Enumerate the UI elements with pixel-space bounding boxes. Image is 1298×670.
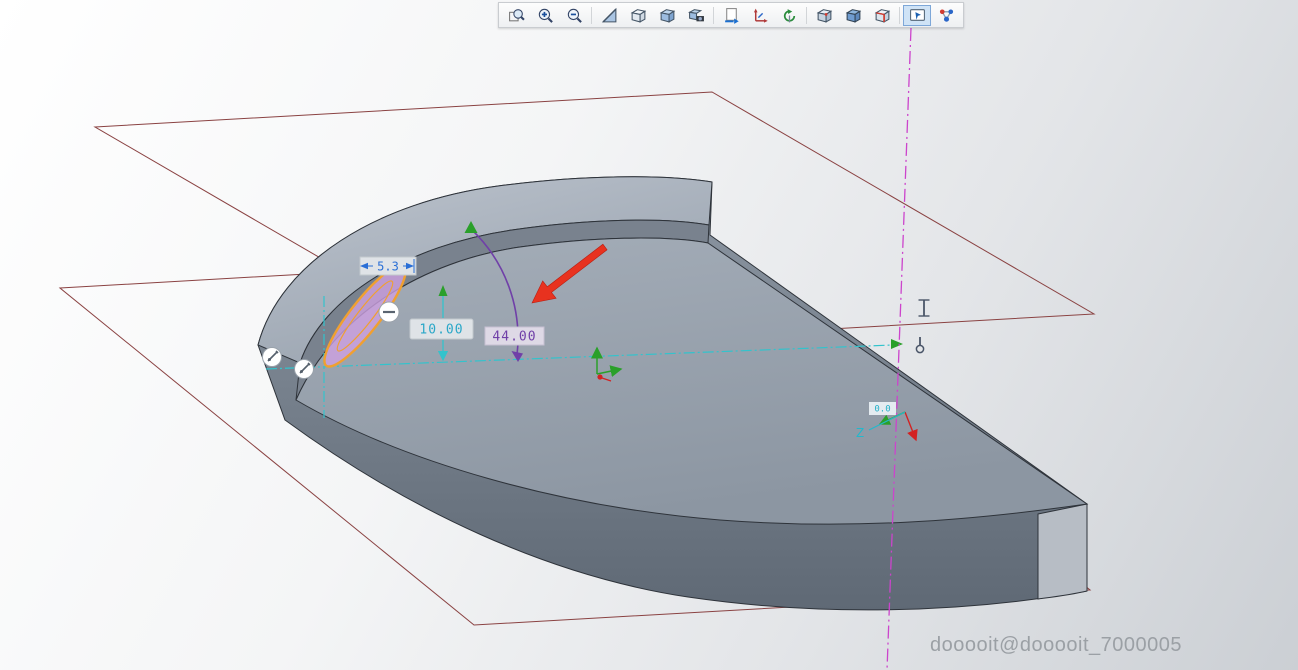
sheet-arrow-button[interactable] bbox=[717, 5, 745, 26]
wireframe-view-icon bbox=[630, 7, 647, 24]
i-beam-constraint-icon[interactable] bbox=[919, 300, 930, 316]
construction-end-arrow-icon bbox=[891, 339, 903, 349]
dim-width-value[interactable]: 5.3 bbox=[377, 260, 399, 274]
render-view-button[interactable] bbox=[682, 5, 710, 26]
pointer-view-button[interactable] bbox=[903, 5, 931, 26]
rotate-view-button[interactable] bbox=[775, 5, 803, 26]
3d-scene[interactable]: 5.3 10.00 44.00 bbox=[0, 0, 1298, 670]
dim-height-value[interactable]: 10.00 bbox=[419, 323, 463, 338]
shaded-cube-view-button[interactable] bbox=[839, 5, 867, 26]
origin-value[interactable]: 0.0 bbox=[874, 405, 890, 415]
isometric-view-button[interactable] bbox=[810, 5, 838, 26]
drag-handle-1[interactable] bbox=[263, 348, 282, 367]
clip-section-icon bbox=[601, 7, 618, 24]
view-toolbar bbox=[498, 2, 964, 28]
shaded-view-icon bbox=[659, 7, 676, 24]
dim-width[interactable]: 5.3 bbox=[360, 257, 416, 275]
wireframe-view-button[interactable] bbox=[624, 5, 652, 26]
pin-constraint-icon[interactable] bbox=[916, 337, 923, 353]
part-end-face[interactable] bbox=[1038, 504, 1087, 599]
sheet-arrow-icon bbox=[723, 7, 740, 24]
linked-views-button[interactable] bbox=[932, 5, 960, 26]
shaded-view-button[interactable] bbox=[653, 5, 681, 26]
linked-views-icon bbox=[938, 7, 955, 24]
axes-xy-button[interactable] bbox=[746, 5, 774, 26]
zoom-window-icon bbox=[508, 7, 525, 24]
toolbar-separator bbox=[806, 7, 807, 24]
z-axis-label: Z bbox=[856, 426, 864, 440]
origin-point-icon bbox=[597, 374, 602, 379]
zoom-out-button[interactable] bbox=[560, 5, 588, 26]
toolbar-separator bbox=[591, 7, 592, 24]
isometric-view-icon bbox=[816, 7, 833, 24]
zoom-in-icon bbox=[537, 7, 554, 24]
dim-angle-value[interactable]: 44.00 bbox=[492, 330, 536, 345]
clip-section-button[interactable] bbox=[595, 5, 623, 26]
zoom-window-button[interactable] bbox=[502, 5, 530, 26]
zoom-out-icon bbox=[566, 7, 583, 24]
render-view-icon bbox=[688, 7, 705, 24]
watermark: dooooit@dooooit_7000005 bbox=[930, 634, 1182, 657]
zoom-in-button[interactable] bbox=[531, 5, 559, 26]
toolbar-separator bbox=[899, 7, 900, 24]
cad-viewport: 5.3 10.00 44.00 bbox=[0, 0, 1298, 670]
part-body[interactable] bbox=[258, 177, 1087, 610]
edge-measure-view-icon bbox=[874, 7, 891, 24]
edge-measure-view-button[interactable] bbox=[868, 5, 896, 26]
pointer-view-icon bbox=[909, 7, 926, 24]
toolbar-separator bbox=[713, 7, 714, 24]
axes-xy-icon bbox=[752, 7, 769, 24]
shaded-cube-view-icon bbox=[845, 7, 862, 24]
drag-handle-2[interactable] bbox=[295, 360, 314, 379]
rotate-view-icon bbox=[781, 7, 798, 24]
